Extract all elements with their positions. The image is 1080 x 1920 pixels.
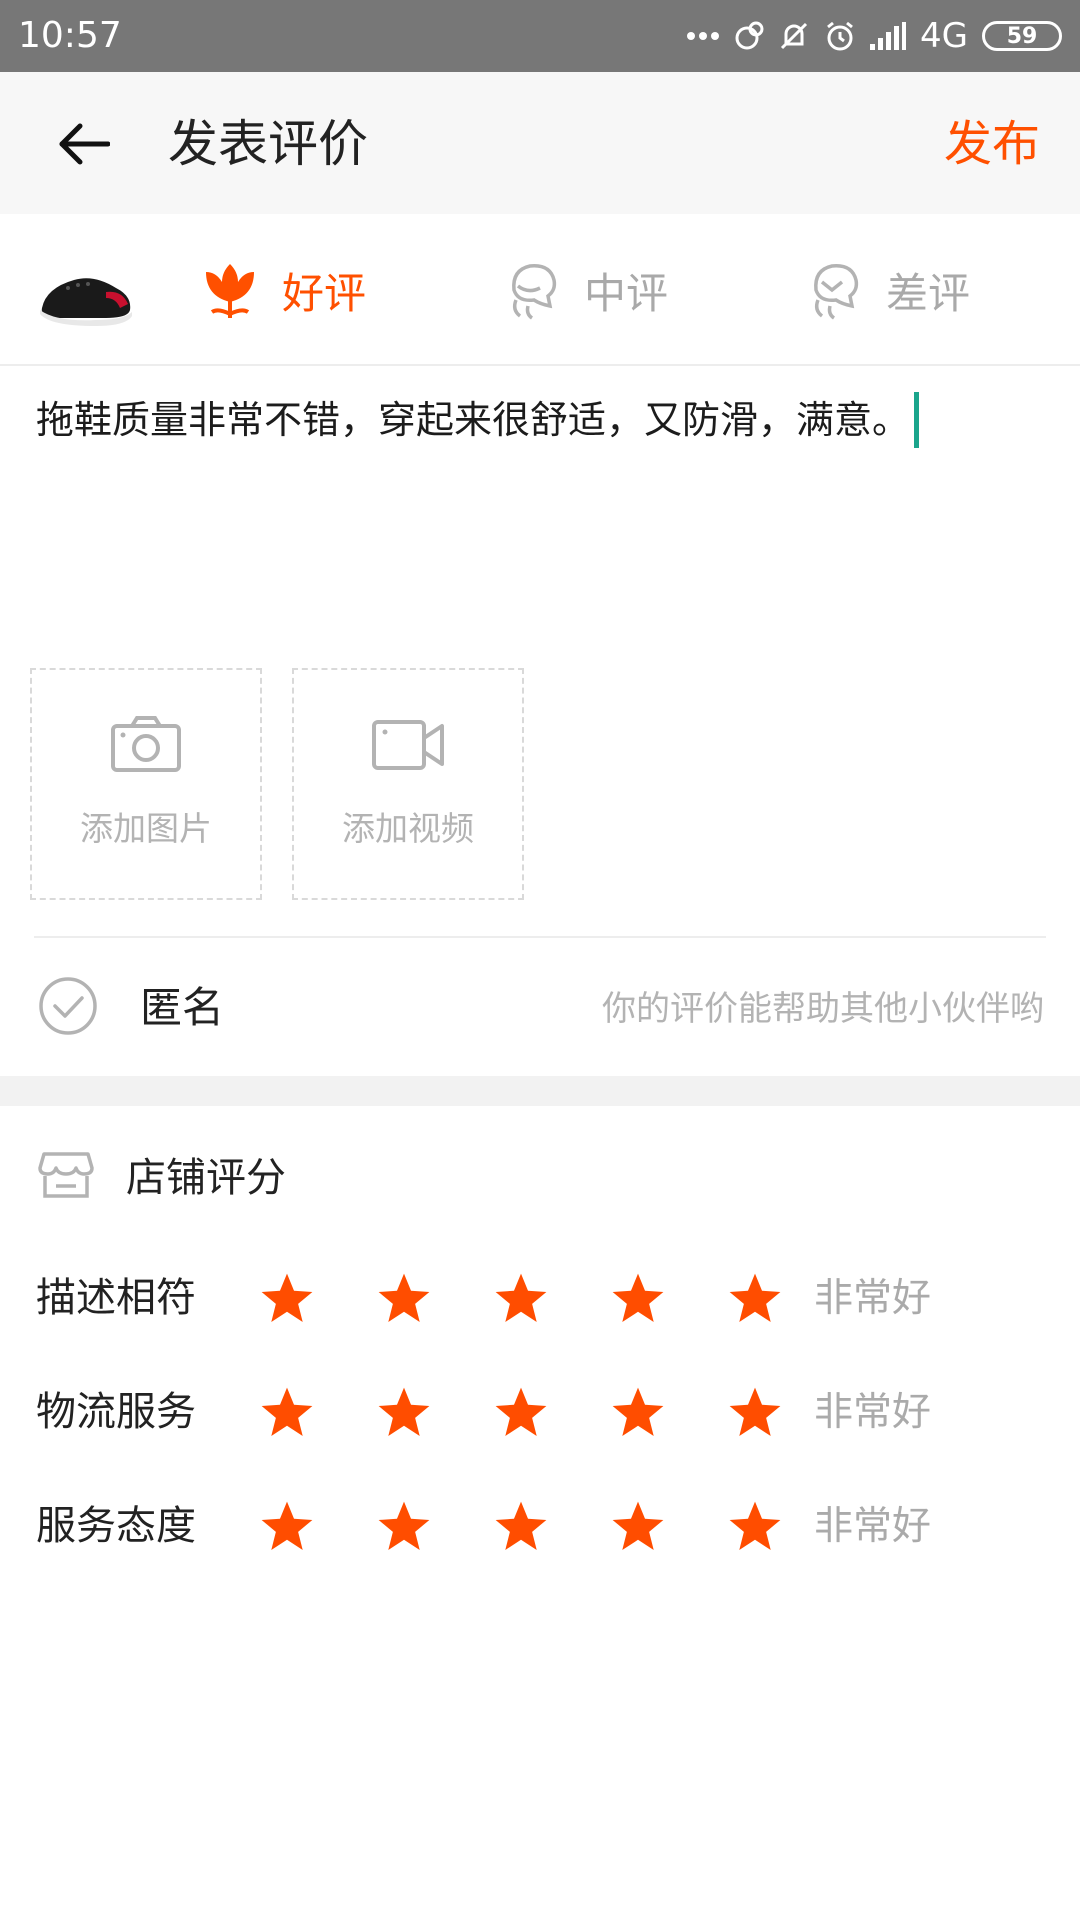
video-camera-icon	[372, 720, 444, 770]
status-time: 10:57	[18, 15, 122, 56]
rating-good-option[interactable]: 好评	[204, 258, 366, 322]
review-text-input[interactable]: 拖鞋质量非常不错，穿起来很舒适，又防滑，满意。	[36, 392, 1046, 448]
page-title: 发表评价	[168, 115, 368, 173]
battery-level: 59	[1006, 23, 1038, 49]
add-video-button[interactable]: 添加视频	[292, 668, 524, 900]
star-icon[interactable]	[375, 1384, 433, 1442]
text-cursor	[914, 392, 920, 448]
score-text: 非常好	[814, 1390, 932, 1435]
rating-type-row: 好评 中评 差评	[0, 214, 1080, 366]
star-icon[interactable]	[258, 1384, 316, 1442]
shop-rating-title: 店铺评分	[126, 1155, 286, 1201]
star-icon[interactable]	[492, 1498, 550, 1556]
score-label: 描述相符	[36, 1275, 196, 1321]
back-arrow-icon	[59, 123, 110, 165]
publish-button[interactable]: 发布	[944, 112, 1040, 176]
product-thumbnail	[36, 258, 136, 328]
anonymous-label: 匿名	[140, 983, 225, 1032]
network-type: 4G	[920, 16, 968, 56]
review-text: 拖鞋质量非常不错，穿起来很舒适，又防滑，满意。	[36, 398, 911, 442]
more-dots-icon	[686, 31, 720, 41]
star-rating[interactable]	[258, 1384, 784, 1442]
shop-rating-header: 店铺评分	[0, 1106, 1080, 1246]
battery-icon: 59	[982, 21, 1062, 51]
score-label: 服务态度	[36, 1503, 196, 1549]
add-video-label: 添加视频	[342, 809, 474, 848]
star-icon[interactable]	[258, 1498, 316, 1556]
check-circle-icon	[39, 977, 97, 1035]
header: 发表评价 发布	[0, 72, 1080, 214]
star-rating[interactable]	[258, 1270, 784, 1328]
score-text: 非常好	[814, 1504, 932, 1549]
shop-icon	[38, 1152, 94, 1198]
star-icon[interactable]	[492, 1384, 550, 1442]
star-icon[interactable]	[258, 1270, 316, 1328]
score-label: 物流服务	[36, 1389, 196, 1435]
rating-bad-option[interactable]: 差评	[808, 258, 970, 322]
score-row-description: 描述相符 非常好	[0, 1256, 1080, 1346]
rating-good-label: 好评	[282, 268, 367, 318]
signal-icon	[870, 22, 907, 50]
section-divider	[0, 1076, 1080, 1106]
score-row-logistics: 物流服务 非常好	[0, 1370, 1080, 1460]
star-icon[interactable]	[726, 1270, 784, 1328]
status-bar: 10:57 4G 59	[0, 0, 1080, 72]
anonymous-checkbox[interactable]	[38, 976, 98, 1040]
star-icon[interactable]	[726, 1384, 784, 1442]
rating-bad-label: 差评	[886, 268, 971, 318]
star-icon[interactable]	[609, 1498, 667, 1556]
rating-neutral-label: 中评	[584, 268, 669, 318]
star-icon[interactable]	[609, 1270, 667, 1328]
camera-icon	[111, 716, 181, 772]
anonymous-hint: 你的评价能帮助其他小伙伴哟	[602, 989, 1044, 1029]
rating-neutral-option[interactable]: 中评	[506, 258, 668, 322]
alarm-icon	[824, 20, 856, 52]
star-icon[interactable]	[609, 1384, 667, 1442]
mute-icon	[778, 20, 810, 52]
star-rating[interactable]	[258, 1498, 784, 1556]
add-photo-button[interactable]: 添加图片	[30, 668, 262, 900]
flower-icon	[206, 264, 254, 318]
anonymous-row: 匿名 你的评价能帮助其他小伙伴哟	[0, 938, 1080, 1076]
back-button[interactable]	[48, 112, 120, 176]
status-icons: 4G 59	[686, 14, 1062, 58]
add-photo-label: 添加图片	[80, 809, 212, 848]
star-icon[interactable]	[726, 1498, 784, 1556]
score-row-service: 服务态度 非常好	[0, 1484, 1080, 1574]
neutral-face-icon	[512, 264, 557, 320]
bad-face-icon	[814, 264, 859, 320]
sync-icon	[734, 21, 764, 51]
star-icon[interactable]	[375, 1498, 433, 1556]
score-text: 非常好	[814, 1276, 932, 1321]
star-icon[interactable]	[375, 1270, 433, 1328]
star-icon[interactable]	[492, 1270, 550, 1328]
